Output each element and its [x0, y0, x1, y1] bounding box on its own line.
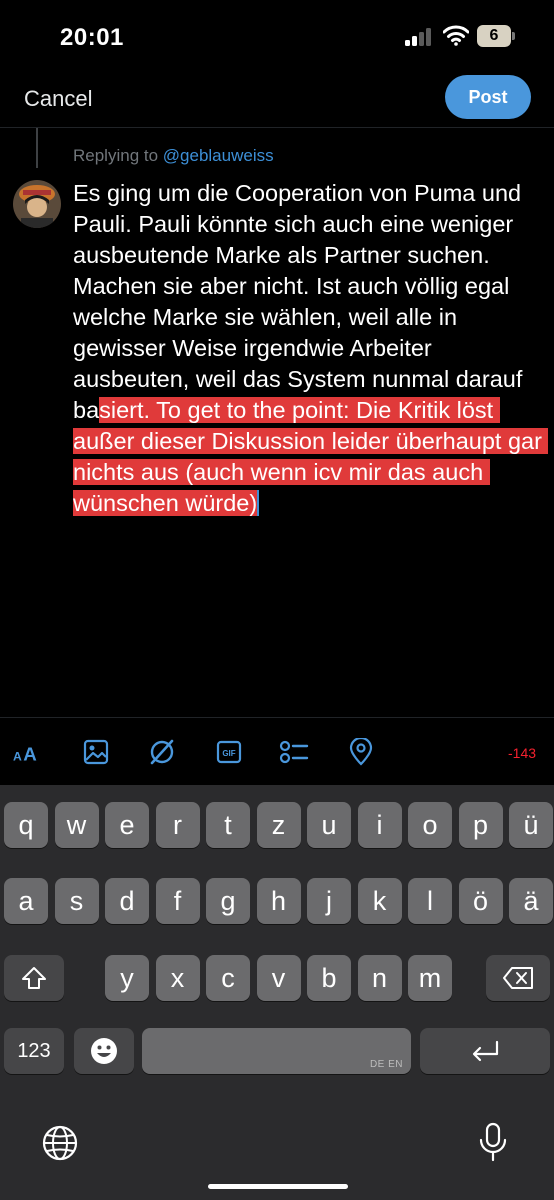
- key-a[interactable]: a: [4, 878, 48, 924]
- key-ä[interactable]: ä: [509, 878, 553, 924]
- keyboard-languages: DE EN: [369, 1059, 403, 1070]
- thread-line: [36, 128, 38, 168]
- key-y[interactable]: y: [105, 955, 149, 1001]
- key-s[interactable]: s: [54, 878, 99, 924]
- replying-handle[interactable]: @geblauweiss: [163, 146, 274, 165]
- battery-level: 6: [489, 27, 499, 44]
- svg-text:A: A: [13, 749, 22, 763]
- key-i[interactable]: i: [357, 802, 402, 848]
- tweet-text-selected: siert. To get to the point: Die Kritik l…: [73, 397, 549, 516]
- text-caret: [257, 490, 260, 516]
- key-h[interactable]: h: [256, 878, 301, 924]
- replying-prefix: Replying to: [73, 146, 163, 165]
- key-o[interactable]: o: [408, 802, 452, 848]
- battery-icon: 6: [477, 25, 515, 47]
- shift-key[interactable]: [4, 955, 64, 1001]
- key-z[interactable]: z: [256, 802, 301, 848]
- avatar[interactable]: [13, 180, 61, 228]
- key-j[interactable]: j: [307, 878, 351, 924]
- key-b[interactable]: b: [307, 955, 351, 1001]
- svg-text:A: A: [23, 743, 37, 763]
- emoji-key[interactable]: [74, 1028, 134, 1074]
- key-r[interactable]: r: [155, 802, 200, 848]
- numbers-key[interactable]: 123: [4, 1028, 64, 1074]
- key-m[interactable]: m: [408, 955, 452, 1001]
- key-k[interactable]: k: [357, 878, 402, 924]
- image-icon[interactable]: [81, 737, 111, 767]
- key-g[interactable]: g: [206, 878, 250, 924]
- wifi-icon: [442, 24, 470, 46]
- key-p[interactable]: p: [458, 802, 503, 848]
- numbers-key-label: 123: [17, 1039, 51, 1062]
- key-w[interactable]: w: [54, 802, 99, 848]
- space-key[interactable]: DE EN: [142, 1028, 411, 1074]
- key-d[interactable]: d: [105, 878, 149, 924]
- key-v[interactable]: v: [256, 955, 301, 1001]
- compose-header: Cancel Post: [0, 74, 554, 128]
- key-l[interactable]: l: [408, 878, 452, 924]
- key-n[interactable]: n: [357, 955, 402, 1001]
- poll-icon[interactable]: [279, 737, 309, 767]
- tweet-text-area[interactable]: Es ging um die Cooperation von Puma und …: [73, 178, 549, 519]
- microphone-icon[interactable]: [476, 1121, 510, 1165]
- location-icon[interactable]: [346, 737, 376, 767]
- post-button[interactable]: Post: [445, 75, 531, 119]
- status-bar: 20:01 6: [0, 0, 554, 74]
- character-count: -143: [508, 745, 537, 761]
- key-t[interactable]: t: [206, 802, 250, 848]
- svg-text:GIF: GIF: [222, 749, 235, 758]
- globe-icon[interactable]: [40, 1123, 80, 1163]
- text-size-icon[interactable]: A A: [12, 737, 42, 767]
- home-indicator: [208, 1184, 348, 1189]
- key-q[interactable]: q: [4, 802, 48, 848]
- key-ü[interactable]: ü: [509, 802, 553, 848]
- key-e[interactable]: e: [105, 802, 149, 848]
- grok-icon[interactable]: [147, 737, 177, 767]
- key-x[interactable]: x: [155, 955, 200, 1001]
- keyboard: qwertzuiopü asdfghjklöä yxcvbnm 123 DE E…: [0, 785, 554, 1200]
- tweet-text-unselected: Es ging um die Cooperation von Puma und …: [73, 180, 529, 423]
- replying-to[interactable]: Replying to @geblauweiss: [73, 146, 274, 166]
- key-ö[interactable]: ö: [458, 878, 503, 924]
- key-c[interactable]: c: [206, 955, 250, 1001]
- cancel-button[interactable]: Cancel: [24, 86, 92, 112]
- backspace-key[interactable]: [486, 955, 550, 1001]
- key-u[interactable]: u: [307, 802, 351, 848]
- status-time: 20:01: [60, 24, 124, 51]
- gif-icon[interactable]: GIF: [214, 737, 244, 767]
- return-key[interactable]: [420, 1028, 550, 1074]
- key-f[interactable]: f: [155, 878, 200, 924]
- cellular-signal-icon: [405, 28, 433, 46]
- compose-toolbar: A A GIF -143: [0, 717, 554, 785]
